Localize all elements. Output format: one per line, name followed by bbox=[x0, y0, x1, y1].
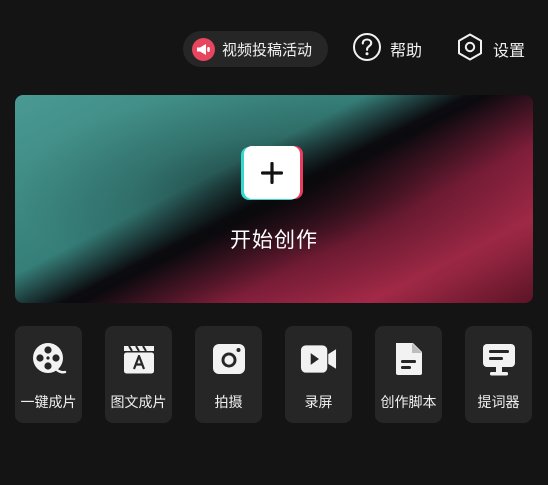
video-submission-activity-button[interactable]: 视频投稿活动 bbox=[183, 31, 328, 67]
promo-label: 视频投稿活动 bbox=[222, 40, 313, 59]
settings-button[interactable]: 设置 bbox=[455, 32, 525, 66]
film-reel-icon bbox=[30, 340, 67, 377]
clapper-text-icon bbox=[120, 340, 157, 377]
tool-creation-script[interactable]: 创作脚本 bbox=[375, 326, 442, 423]
help-button[interactable]: 帮助 bbox=[352, 32, 422, 66]
plus-icon bbox=[244, 146, 300, 199]
megaphone-icon bbox=[192, 37, 215, 61]
settings-label: 设置 bbox=[493, 41, 526, 60]
teleprompter-icon bbox=[480, 340, 517, 377]
camera-icon bbox=[210, 340, 247, 377]
tool-label: 录屏 bbox=[304, 395, 333, 411]
help-icon bbox=[352, 32, 382, 66]
add-project-button[interactable] bbox=[241, 146, 303, 200]
tool-teleprompter[interactable]: 提词器 bbox=[465, 326, 532, 423]
screen-record-icon bbox=[300, 340, 337, 377]
hexagon-gear-icon bbox=[455, 32, 485, 66]
tool-label: 提词器 bbox=[477, 395, 520, 411]
tool-label: 一键成片 bbox=[20, 395, 77, 411]
tool-text-to-video[interactable]: 图文成片 bbox=[105, 326, 172, 423]
tool-label: 图文成片 bbox=[110, 395, 167, 411]
tool-label: 创作脚本 bbox=[380, 395, 437, 411]
script-document-icon bbox=[390, 340, 427, 377]
start-creating-label: 开始创作 bbox=[230, 228, 318, 252]
tool-label: 拍摄 bbox=[214, 395, 243, 411]
top-bar: 视频投稿活动 帮助 设置 bbox=[0, 30, 548, 68]
tool-shoot[interactable]: 拍摄 bbox=[195, 326, 262, 423]
tool-screen-record[interactable]: 录屏 bbox=[285, 326, 352, 423]
help-label: 帮助 bbox=[390, 41, 423, 60]
tool-one-click-video[interactable]: 一键成片 bbox=[15, 326, 82, 423]
